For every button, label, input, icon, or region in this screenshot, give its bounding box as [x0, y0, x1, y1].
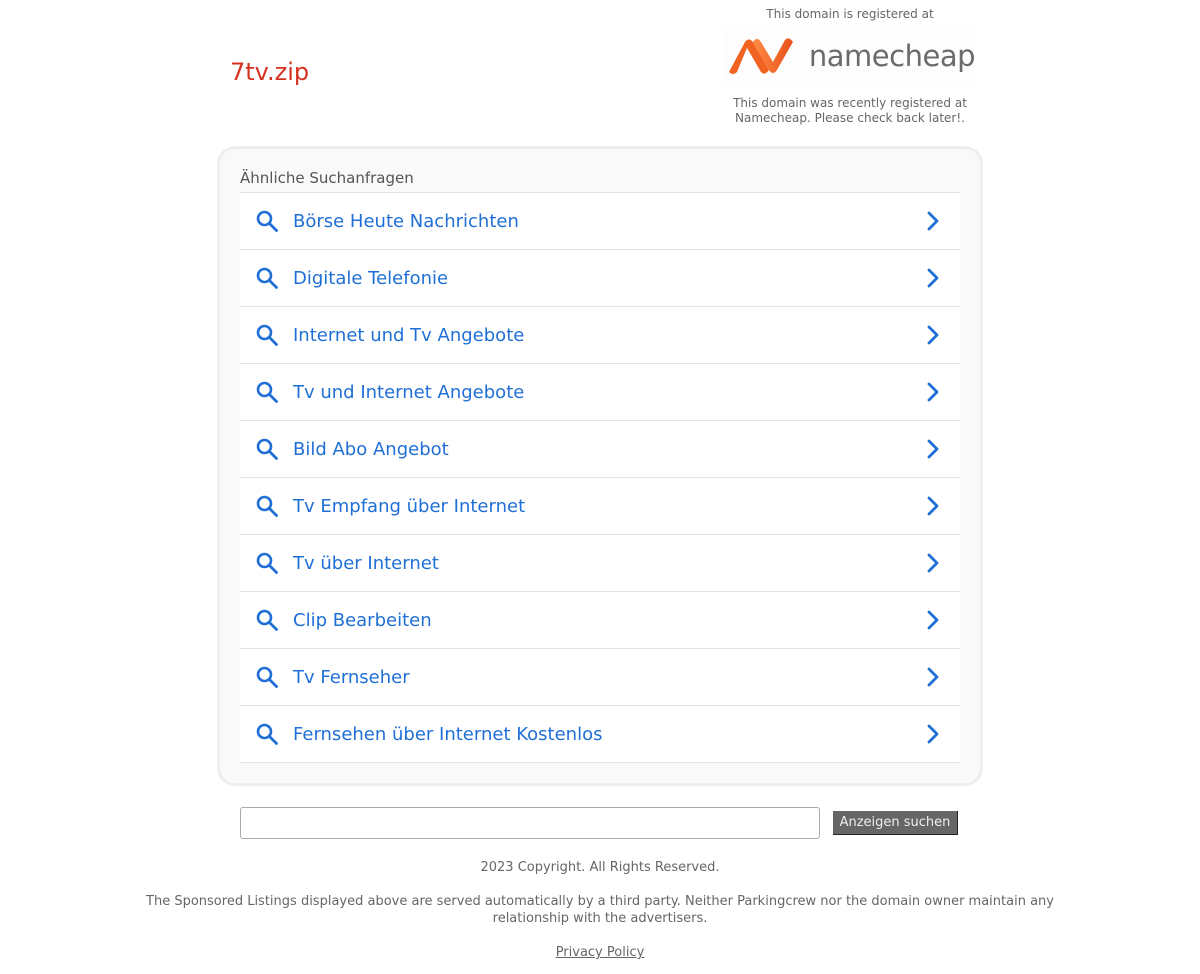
search-input[interactable] [240, 807, 820, 839]
related-search-item[interactable]: Tv über Internet [240, 535, 960, 592]
related-searches-panel: Ähnliche Suchanfragen Börse Heute Nachri… [217, 146, 983, 786]
related-search-item[interactable]: Bild Abo Angebot [240, 421, 960, 478]
search-icon [255, 665, 279, 693]
registrar-bottom-text: This domain was recently registered at N… [733, 96, 967, 125]
related-search-item[interactable]: Digitale Telefonie [240, 250, 960, 307]
search-icon [255, 209, 279, 237]
chevron-right-icon [926, 267, 940, 293]
related-search-item[interactable]: Fernsehen über Internet Kostenlos [240, 706, 960, 763]
related-search-label: Internet und Tv Angebote [293, 324, 525, 346]
related-search-label: Tv und Internet Angebote [293, 381, 525, 403]
related-search-item[interactable]: Internet und Tv Angebote [240, 307, 960, 364]
chevron-right-icon [926, 438, 940, 464]
registrar-box: This domain is registered at namecheap T… [720, 6, 980, 126]
related-search-label: Bild Abo Angebot [293, 438, 449, 460]
search-icon [255, 722, 279, 750]
related-search-item[interactable]: Tv Empfang über Internet [240, 478, 960, 535]
related-search-item[interactable]: Tv Fernseher [240, 649, 960, 706]
chevron-right-icon [926, 609, 940, 635]
chevron-right-icon [926, 381, 940, 407]
related-search-label: Tv über Internet [293, 552, 439, 574]
namecheap-wordmark: namecheap [808, 39, 976, 73]
search-icon [255, 437, 279, 465]
related-search-item[interactable]: Clip Bearbeiten [240, 592, 960, 649]
chevron-right-icon [926, 723, 940, 749]
chevron-right-icon [926, 324, 940, 350]
chevron-right-icon [926, 210, 940, 236]
related-search-item[interactable]: Tv und Internet Angebote [240, 364, 960, 421]
related-searches-heading: Ähnliche Suchanfragen [240, 169, 414, 187]
search-ads-button[interactable]: Anzeigen suchen [833, 811, 958, 835]
search-icon [255, 494, 279, 522]
related-search-item[interactable]: Börse Heute Nachrichten [240, 193, 960, 250]
privacy-policy-link[interactable]: Privacy Policy [556, 945, 645, 960]
namecheap-logo-icon [728, 38, 793, 74]
chevron-right-icon [926, 495, 940, 521]
search-icon [255, 380, 279, 408]
related-search-label: Tv Empfang über Internet [293, 495, 526, 517]
search-icon [255, 323, 279, 351]
copyright-text: 2023 Copyright. All Rights Reserved. [480, 860, 720, 875]
chevron-right-icon [926, 552, 940, 578]
related-search-label: Tv Fernseher [293, 666, 410, 688]
search-icon [255, 266, 279, 294]
chevron-right-icon [926, 666, 940, 692]
registrar-top-text: This domain is registered at [766, 7, 934, 21]
search-icon [255, 551, 279, 579]
related-searches-list: Börse Heute Nachrichten Digitale Telefoni… [240, 192, 960, 763]
related-search-label: Börse Heute Nachrichten [293, 210, 519, 232]
namecheap-logo[interactable]: namecheap [725, 26, 976, 86]
related-search-label: Digitale Telefonie [293, 267, 449, 289]
related-search-label: Clip Bearbeiten [293, 609, 432, 631]
disclaimer-text: The Sponsored Listings displayed above a… [146, 894, 1054, 926]
domain-title: 7tv.zip [230, 58, 310, 86]
related-search-label: Fernsehen über Internet Kostenlos [293, 723, 603, 745]
search-icon [255, 608, 279, 636]
